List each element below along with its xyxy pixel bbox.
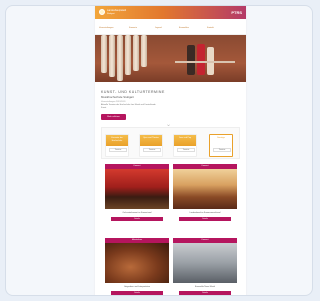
page-date: Veranstaltungen 2019/2020 [101, 101, 126, 103]
organ-pipe [141, 35, 147, 67]
event-tile[interactable]: Konzert Orchesterkonzert im Konzertsaal … [105, 164, 169, 221]
organ-pipe [109, 35, 115, 77]
organ-pipe [117, 35, 123, 81]
logo-subtitle: Stuttgart [107, 13, 115, 15]
event-tile[interactable]: Konzert Ensemble Neue Musik Details [173, 238, 237, 295]
event-tile[interactable]: Konzert Liederabend im Kammermusiksaal D… [173, 164, 237, 221]
event-tile-caption: Liederabend im Kammermusiksaal [189, 212, 221, 214]
calendar-card[interactable]: Sonstige Termine [209, 134, 233, 157]
logo-icon[interactable] [99, 9, 105, 15]
ensemble-image [173, 243, 237, 283]
calendar-section: Konzerte der Hochschule Termine Oper und… [101, 127, 240, 159]
calendar-card-label: Jazz und Pop [174, 135, 196, 146]
calendar-card-button[interactable]: Termine [143, 148, 161, 152]
page-title-block: KUNST- UND KULTURTERMINE Musikhochschule… [101, 90, 221, 103]
page-subtitle: Musikhochschule Stuttgart [101, 95, 134, 99]
event-tile-caption: Orchesterkonzert im Konzertsaal [122, 212, 152, 214]
event-tile-caption: Ensemble Neue Musik [194, 286, 215, 288]
calendar-card-label: Oper und Theater [140, 135, 162, 146]
calendar-card[interactable]: Oper und Theater Termine [139, 134, 163, 157]
webpage-thumbnail[interactable]: Landeshauptstadt Stuttgart PTRS Veransta… [95, 6, 246, 295]
calendar-card[interactable]: Konzerte der Hochschule Termine [105, 134, 129, 157]
logo-title: Landeshauptstadt [107, 9, 127, 12]
event-tile-button[interactable]: Details [179, 290, 231, 295]
more-button[interactable]: Mehr erfahren [101, 114, 126, 120]
railing [175, 61, 235, 63]
nav-item[interactable]: Konzerte [129, 27, 137, 30]
calendar-card[interactable]: Jazz und Pop Termine [173, 134, 197, 157]
page-title: KUNST- UND KULTURTERMINE [101, 90, 165, 94]
violin-image [105, 243, 169, 283]
organ-pipe [133, 35, 139, 71]
calendar-card-button[interactable]: Termine [177, 148, 195, 152]
nav-item[interactable]: Kontakt [207, 27, 214, 30]
brand-mark[interactable]: PTRS [231, 10, 242, 15]
header-bar: Landeshauptstadt Stuttgart PTRS [95, 6, 246, 19]
person-figure [187, 45, 195, 75]
main-nav: Veranstaltungen Konzerte Jugend Ensemble… [95, 19, 246, 35]
intro-text: Aktuelle Termine der Hochschule fuer Mus… [101, 104, 156, 109]
calendar-card-button[interactable]: Termine [109, 148, 127, 152]
event-tile-button[interactable]: Details [111, 290, 163, 295]
concert-hall-image [173, 169, 237, 209]
preview-card: Landeshauptstadt Stuttgart PTRS Veransta… [5, 5, 313, 296]
nav-item[interactable]: Veranstaltungen [99, 27, 113, 30]
event-tile-caption: Geigenbau und Interpretation [123, 286, 151, 288]
person-figure [197, 44, 205, 75]
event-tile-button[interactable]: Details [111, 216, 163, 221]
event-tile-button[interactable]: Details [179, 216, 231, 221]
calendar-card-label: Sonstige [210, 135, 232, 146]
organ-pipe [125, 35, 131, 75]
nav-item[interactable]: Ensembles [179, 27, 189, 30]
nav-item[interactable]: Jugend [155, 27, 162, 30]
calendar-card-label: Konzerte der Hochschule [106, 135, 128, 146]
hero-image [95, 35, 246, 82]
event-tile[interactable]: Meisterkurs Geigenbau und Interpretation… [105, 238, 169, 295]
calendar-card-button[interactable]: Termine [213, 148, 231, 152]
organ-pipe [101, 35, 107, 73]
orchestra-image [105, 169, 169, 209]
